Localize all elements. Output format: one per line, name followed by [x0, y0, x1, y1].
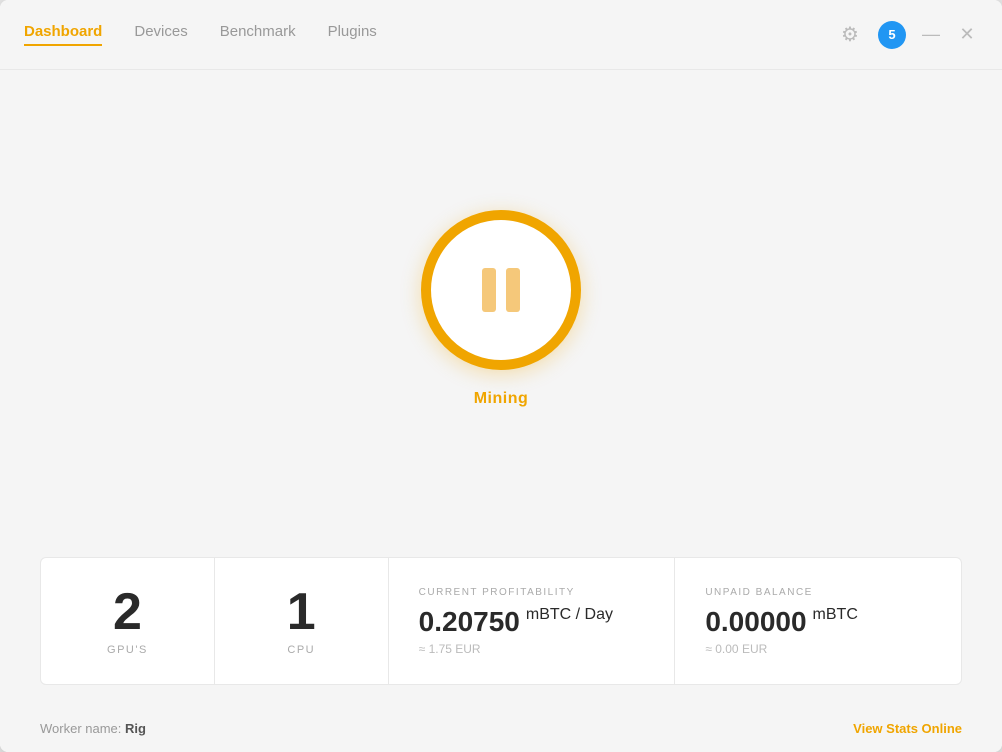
pause-icon	[482, 268, 520, 312]
gpu-stat-section: 2 GPU'S	[41, 558, 215, 684]
tab-devices[interactable]: Devices	[134, 23, 187, 46]
tab-dashboard[interactable]: Dashboard	[24, 23, 102, 46]
cpu-stat-section: 1 CPU	[215, 558, 389, 684]
cpu-count: 1	[287, 586, 316, 638]
nav-tabs: Dashboard Devices Benchmark Plugins	[24, 23, 836, 46]
mining-toggle-button[interactable]	[421, 210, 581, 370]
gpu-count: 2	[113, 586, 142, 638]
mining-section: Mining	[421, 80, 581, 537]
app-window: Dashboard Devices Benchmark Plugins ⚙ 5 …	[0, 0, 1002, 752]
balance-title: UNPAID BALANCE	[705, 587, 813, 598]
worker-name-prefix: Worker name:	[40, 721, 125, 736]
worker-name-label: Worker name: Rig	[40, 721, 146, 736]
close-button[interactable]: ✕	[956, 24, 978, 46]
stats-card: 2 GPU'S 1 CPU CURRENT PROFITABILITY 0.20…	[40, 557, 962, 685]
worker-name-value: Rig	[125, 721, 146, 736]
cpu-label: CPU	[287, 644, 315, 656]
balance-value: 0.00000	[705, 606, 806, 638]
profitability-title: CURRENT PROFITABILITY	[419, 587, 575, 598]
profitability-section: CURRENT PROFITABILITY 0.20750 mBTC / Day…	[389, 558, 676, 684]
nav-bar: Dashboard Devices Benchmark Plugins ⚙ 5 …	[0, 0, 1002, 70]
notification-badge[interactable]: 5	[878, 21, 906, 49]
footer: Worker name: Rig View Stats Online	[0, 705, 1002, 752]
tab-benchmark[interactable]: Benchmark	[220, 23, 296, 46]
profitability-unit: mBTC / Day	[526, 606, 613, 624]
view-stats-link[interactable]: View Stats Online	[853, 721, 962, 736]
balance-eur: ≈ 0.00 EUR	[705, 642, 767, 656]
tab-plugins[interactable]: Plugins	[328, 23, 377, 46]
window-controls: ⚙ 5 — ✕	[836, 21, 978, 49]
profitability-value: 0.20750	[419, 606, 520, 638]
pause-bar-right	[506, 268, 520, 312]
balance-unit: mBTC	[813, 606, 858, 624]
mining-status-label: Mining	[474, 390, 529, 408]
gpu-label: GPU'S	[107, 644, 148, 656]
pause-bar-left	[482, 268, 496, 312]
profitability-eur: ≈ 1.75 EUR	[419, 642, 481, 656]
main-content: Mining 2 GPU'S 1 CPU CURRENT PROFITABILI…	[0, 70, 1002, 705]
settings-icon[interactable]: ⚙	[836, 21, 864, 49]
balance-section: UNPAID BALANCE 0.00000 mBTC ≈ 0.00 EUR	[675, 558, 961, 684]
minimize-button[interactable]: —	[920, 24, 942, 46]
